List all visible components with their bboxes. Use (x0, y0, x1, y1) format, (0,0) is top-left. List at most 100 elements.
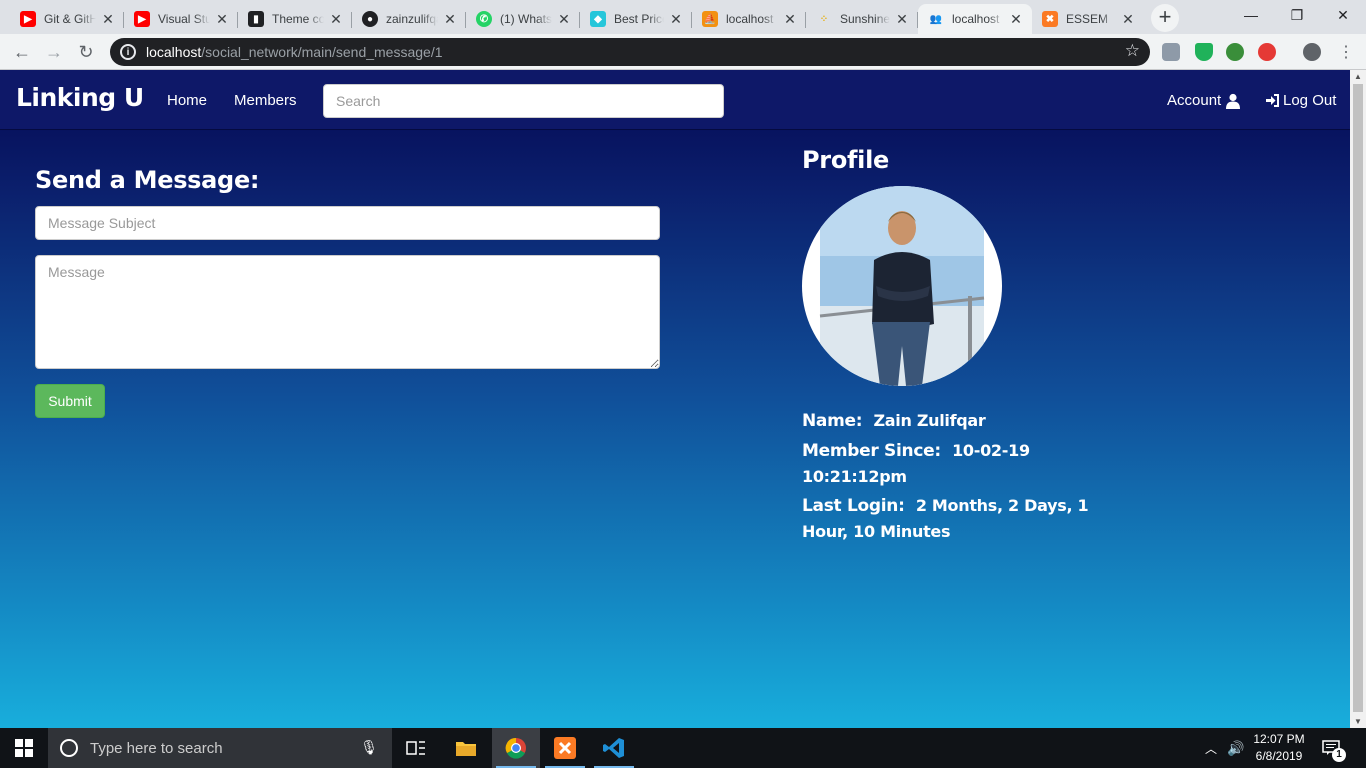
browser-tab-active[interactable]: 👥 localhost ✕ (918, 4, 1032, 34)
nav-link-members[interactable]: Members (234, 92, 297, 109)
chrome-taskbar-icon[interactable] (492, 728, 540, 768)
show-hidden-icons-icon[interactable]: ︿ (1205, 728, 1217, 768)
scroll-up-icon[interactable]: ▲ (1354, 72, 1362, 81)
close-icon[interactable]: ✕ (1120, 11, 1136, 27)
sunshine-icon: ⁘ (819, 13, 829, 25)
close-icon[interactable]: ✕ (668, 11, 684, 27)
vscode-taskbar-icon[interactable] (590, 728, 638, 768)
notification-center-icon[interactable]: 1 (1322, 728, 1346, 768)
browser-tab[interactable]: ✖ ESSEM ✕ (1032, 4, 1144, 34)
site-info-icon[interactable]: i (120, 44, 136, 60)
tab-title: Sunshine (840, 12, 890, 26)
page-scrollbar[interactable]: ▲ ▼ (1350, 70, 1366, 728)
logout-label: Log Out (1283, 92, 1337, 109)
close-icon[interactable]: ✕ (782, 11, 798, 27)
nav-link-home[interactable]: Home (167, 92, 207, 109)
close-icon[interactable]: ✕ (1008, 11, 1024, 27)
bookmark-star-icon[interactable]: ☆ (1125, 41, 1140, 61)
price-icon: ◆ (590, 11, 606, 27)
scroll-thumb[interactable] (1353, 84, 1363, 712)
browser-tab[interactable]: ◆ Best Price ✕ (580, 4, 692, 34)
nav-search-input[interactable] (323, 84, 724, 118)
tab-title: localhost (952, 12, 1000, 26)
close-icon[interactable]: ✕ (100, 11, 116, 27)
file-explorer-icon[interactable] (442, 728, 490, 768)
browser-tab[interactable]: ▶ Visual Studio ✕ (124, 4, 238, 34)
profile-photo (819, 186, 985, 386)
xampp-taskbar-icon[interactable] (541, 728, 589, 768)
windows-start-icon[interactable] (0, 728, 48, 768)
github-icon: ● (362, 11, 378, 27)
xampp-icon: ✖ (1042, 11, 1058, 27)
taskbar-search-box[interactable]: Type here to search 🎙 (48, 728, 392, 768)
address-bar[interactable]: i localhost/social_network/main/send_mes… (110, 38, 1150, 66)
close-icon[interactable]: ✕ (894, 11, 910, 27)
windows-logo-icon (15, 739, 33, 757)
clock-date: 6/8/2019 (1255, 749, 1303, 763)
name-label: Name: (802, 411, 863, 431)
browser-toolbar: ← → ↻ i localhost/social_network/main/se… (0, 34, 1366, 70)
youtube-icon: ▶ (20, 11, 36, 27)
browser-tab-strip: ▶ Git & GitHub ✕ ▶ Visual Studio ✕ ▮ The… (0, 0, 1366, 34)
browser-tab[interactable]: ⁘ Sunshine ✕ (806, 4, 918, 34)
member-since-label: Member Since: (802, 441, 941, 461)
tab-title: Visual Studio (158, 12, 210, 26)
whatsapp-icon: ✆ (476, 11, 492, 27)
youtube-icon: ▶ (134, 11, 150, 27)
tab-title: zainzulifqar (386, 12, 438, 26)
send-message-heading: Send a Message: (35, 166, 260, 194)
restore-icon[interactable]: ❐ (1274, 0, 1320, 30)
extension-puzzle-icon[interactable] (1162, 43, 1180, 61)
tab-title: localhost (726, 12, 774, 26)
logout-link[interactable]: Log Out (1265, 92, 1336, 109)
shield-extension-icon[interactable] (1195, 43, 1213, 61)
cortana-icon (60, 739, 78, 757)
menu-dots-icon[interactable]: ⋮ (1332, 38, 1360, 66)
reload-icon[interactable]: ↻ (72, 38, 100, 66)
name-value: Zain Zulifqar (873, 411, 986, 430)
minimize-icon[interactable]: — (1228, 0, 1274, 30)
profile-avatar-icon[interactable] (1303, 43, 1321, 61)
new-tab-button[interactable]: + (1151, 4, 1179, 32)
close-icon[interactable]: ✕ (214, 11, 230, 27)
close-icon[interactable]: ✕ (556, 11, 572, 27)
url-path: /social_network/main/send_message/1 (201, 44, 443, 60)
browser-tab[interactable]: ▶ Git & GitHub ✕ (10, 4, 124, 34)
clock-time: 12:07 PM (1253, 732, 1305, 746)
scroll-down-icon[interactable]: ▼ (1354, 717, 1362, 726)
site-brand[interactable]: Linking U (16, 83, 144, 112)
adblock-extension-icon[interactable] (1258, 43, 1276, 61)
globe-extension-icon[interactable] (1226, 43, 1244, 61)
user-icon (1226, 93, 1241, 109)
tab-title: (1) WhatsApp (500, 12, 552, 26)
message-textarea[interactable] (35, 255, 660, 369)
taskbar-clock[interactable]: 12:07 PM 6/8/2019 (1244, 731, 1314, 765)
back-icon[interactable]: ← (8, 38, 36, 66)
microphone-icon[interactable]: 🎙 (360, 739, 378, 756)
close-icon[interactable]: ✕ (442, 11, 458, 27)
volume-icon[interactable]: 🔊 (1227, 728, 1244, 768)
window-close-icon[interactable]: ✕ (1320, 0, 1366, 30)
browser-tab[interactable]: ▮ Theme color ✕ (238, 4, 352, 34)
people-icon: 👥 (929, 13, 943, 25)
submit-button[interactable]: Submit (35, 384, 105, 418)
tab-title: Best Price (614, 12, 664, 26)
browser-tab[interactable]: ⛵ localhost ✕ (692, 4, 806, 34)
profile-last-login-row: Last Login: 2 Months, 2 Days, 1 Hour, 10… (802, 493, 1122, 545)
page-viewport: Linking U Home Members Account Log Out S… (0, 70, 1350, 728)
windows-taskbar: Type here to search 🎙 ︿ 🔊 12:07 PM 6/8/2… (0, 728, 1366, 768)
taskbar-search-placeholder: Type here to search (90, 739, 223, 757)
book-icon: ▮ (248, 11, 264, 27)
profile-member-since-row: Member Since: 10-02-19 10:21:12pm (802, 438, 1122, 490)
task-view-icon[interactable] (392, 728, 440, 768)
browser-tab[interactable]: ● zainzulifqar ✕ (352, 4, 466, 34)
browser-tab[interactable]: ✆ (1) WhatsApp ✕ (466, 4, 580, 34)
profile-heading: Profile (802, 146, 889, 174)
account-label: Account (1167, 92, 1222, 109)
phpmyadmin-icon: ⛵ (702, 11, 718, 27)
log-in-icon (1266, 94, 1279, 107)
forward-icon[interactable]: → (40, 38, 68, 66)
close-icon[interactable]: ✕ (328, 11, 344, 27)
account-link[interactable]: Account (1167, 92, 1241, 109)
message-subject-input[interactable] (35, 206, 660, 240)
